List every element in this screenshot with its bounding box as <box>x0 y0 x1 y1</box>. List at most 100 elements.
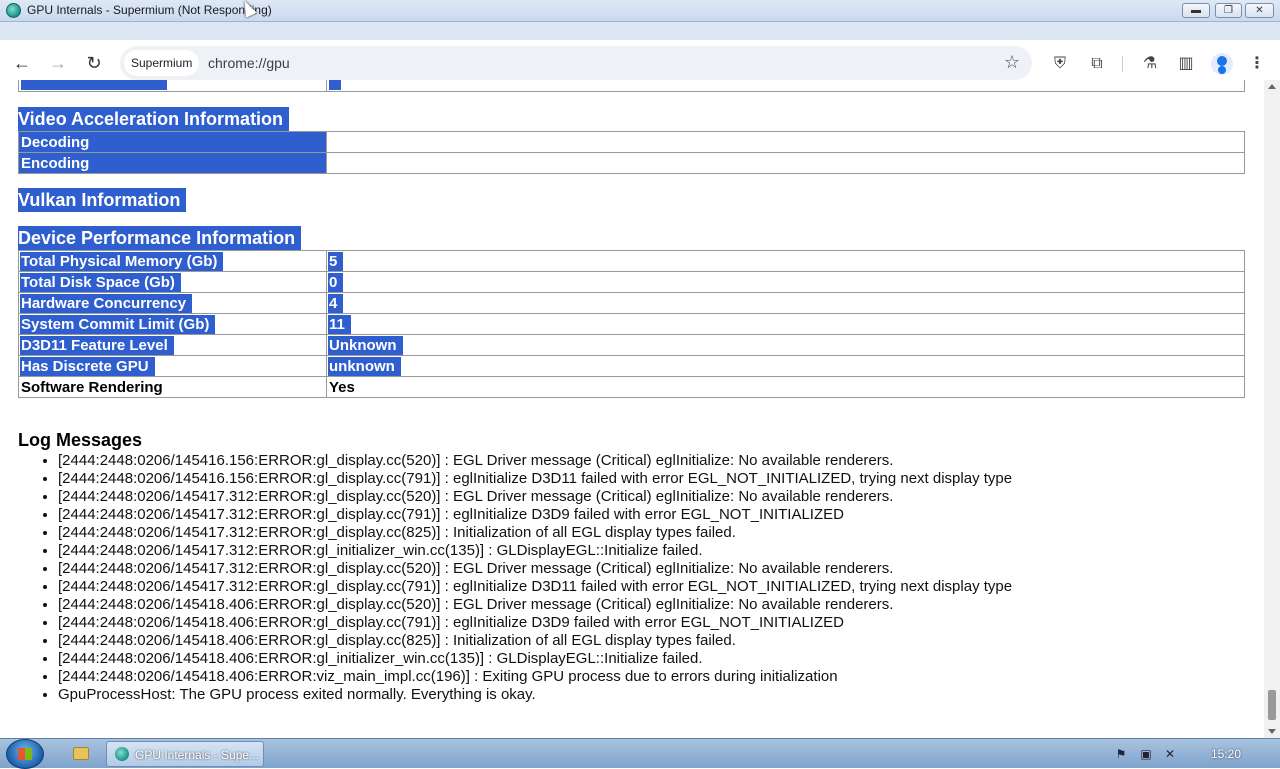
row-label: Has Discrete GPU <box>20 356 155 376</box>
volume-muted-icon[interactable]: ✕ <box>1163 747 1177 761</box>
table-row: Encoding <box>18 152 1245 174</box>
supermium-taskbar-icon <box>115 747 129 761</box>
log-messages-list: [2444:2448:0206/145416.156:ERROR:gl_disp… <box>38 452 1012 704</box>
selected-cell-fragment <box>329 80 341 90</box>
extensions-icon[interactable]: ⧉ <box>1087 54 1107 74</box>
list-item: [2444:2448:0206/145417.312:ERROR:gl_disp… <box>58 560 1012 578</box>
table-cell-label: D3D11 Feature Level <box>18 334 327 356</box>
table-cell-label: Decoding <box>18 131 327 153</box>
table-cell-value <box>326 152 1245 174</box>
table-row: Software Rendering Yes <box>18 376 1245 398</box>
table-cell-value: 11 <box>326 313 1245 335</box>
browser-toolbar: ← → ↻ Supermium chrome://gpu ☆ ⛨ ⧉ ⚗ ▥ ⋮ <box>0 22 1280 80</box>
labs-flask-icon[interactable]: ⚗ <box>1140 54 1160 74</box>
list-item: [2444:2448:0206/145418.406:ERROR:gl_disp… <box>58 632 1012 650</box>
forward-button[interactable]: → <box>47 52 69 74</box>
log-messages-heading: Log Messages <box>18 430 143 450</box>
start-button[interactable] <box>6 739 44 769</box>
table-cell-label: Total Disk Space (Gb) <box>18 271 327 293</box>
network-icon[interactable]: ▣ <box>1139 747 1153 761</box>
device-performance-table: Total Physical Memory (Gb) 5 Total Disk … <box>18 250 1245 398</box>
maximize-button[interactable]: ❐ <box>1215 3 1242 18</box>
row-value: unknown <box>328 356 401 376</box>
bookmark-star-icon[interactable]: ☆ <box>1004 52 1020 73</box>
video-acceleration-heading: Video Acceleration Information <box>18 107 290 131</box>
table-row: Total Disk Space (Gb) 0 <box>18 271 1245 293</box>
list-item: [2444:2448:0206/145418.406:ERROR:gl_disp… <box>58 596 1012 614</box>
toolbar-divider <box>1122 56 1123 72</box>
device-performance-heading: Device Performance Information <box>18 226 302 250</box>
action-center-flag-icon[interactable]: ⚑ <box>1114 747 1128 761</box>
row-value: Unknown <box>328 335 403 355</box>
list-item: [2444:2448:0206/145416.156:ERROR:gl_disp… <box>58 452 1012 470</box>
row-value: Yes <box>329 378 355 396</box>
scrollbar-thumb[interactable] <box>1268 690 1276 720</box>
video-acceleration-table: Decoding Encoding <box>18 131 1245 174</box>
minimize-button[interactable]: ▬ <box>1182 3 1210 18</box>
list-item: [2444:2448:0206/145416.156:ERROR:gl_disp… <box>58 470 1012 488</box>
list-item: [2444:2448:0206/145418.406:ERROR:gl_disp… <box>58 614 1012 632</box>
table-cell-label: Software Rendering <box>18 376 327 398</box>
window-title: GPU Internals - Supermium (Not Respondin… <box>27 3 272 17</box>
folder-icon <box>73 747 89 760</box>
decoding-label: Decoding <box>21 133 90 151</box>
table-cell-label: System Commit Limit (Gb) <box>18 313 327 335</box>
table-cell-value: 0 <box>326 271 1245 293</box>
windows-taskbar: GPU Internals - Supe... ⚑ ▣ ✕ 15:20 <box>0 738 1280 769</box>
table-row: Total Physical Memory (Gb) 5 <box>18 250 1245 272</box>
list-item: [2444:2448:0206/145418.406:ERROR:gl_init… <box>58 650 1012 668</box>
menu-kebab-icon[interactable]: ⋮ <box>1247 54 1267 74</box>
row-label: Total Disk Space (Gb) <box>20 272 181 292</box>
table-row: Has Discrete GPU unknown <box>18 355 1245 377</box>
taskbar-item-gpu-internals[interactable]: GPU Internals - Supe... <box>106 741 264 767</box>
table-cell-label: Encoding <box>18 152 327 174</box>
site-info-chip[interactable]: Supermium <box>124 50 200 76</box>
scroll-down-arrow-icon[interactable] <box>1268 729 1276 734</box>
page-content: Video Acceleration Information Decoding … <box>0 80 1264 738</box>
table-cell-label: Has Discrete GPU <box>18 355 327 377</box>
reload-button[interactable]: ↻ <box>83 52 105 74</box>
table-row-partial <box>18 80 1245 92</box>
list-item: [2444:2448:0206/145418.406:ERROR:viz_mai… <box>58 668 1012 686</box>
shield-icon[interactable]: ⛨ <box>1050 54 1070 74</box>
close-button[interactable]: ✕ <box>1245 3 1274 18</box>
table-row: D3D11 Feature Level Unknown <box>18 334 1245 356</box>
table-cell-value: 5 <box>326 250 1245 272</box>
address-bar[interactable]: Supermium chrome://gpu ☆ <box>120 46 1032 80</box>
table-row: System Commit Limit (Gb) 11 <box>18 313 1245 335</box>
table-cell-label: Hardware Concurrency <box>18 292 327 314</box>
table-cell-value <box>326 131 1245 153</box>
row-label: Software Rendering <box>21 378 163 396</box>
side-panel-icon[interactable]: ▥ <box>1176 54 1196 74</box>
vulkan-heading: Vulkan Information <box>18 188 187 212</box>
profile-avatar-icon[interactable] <box>1211 53 1233 75</box>
encoding-label: Encoding <box>21 154 90 172</box>
table-cell-label: Total Physical Memory (Gb) <box>18 250 327 272</box>
vertical-scrollbar[interactable] <box>1264 80 1280 738</box>
tab-strip <box>0 22 1280 40</box>
row-value: 4 <box>328 293 344 313</box>
row-label: System Commit Limit (Gb) <box>20 314 216 334</box>
list-item: [2444:2448:0206/145417.312:ERROR:gl_disp… <box>58 506 1012 524</box>
list-item: [2444:2448:0206/145417.312:ERROR:gl_init… <box>58 542 1012 560</box>
row-value: 5 <box>328 251 344 271</box>
row-label: Total Physical Memory (Gb) <box>20 251 224 271</box>
supermium-app-icon <box>6 3 21 18</box>
row-label: D3D11 Feature Level <box>20 335 174 355</box>
list-item: [2444:2448:0206/145417.312:ERROR:gl_disp… <box>58 524 1012 542</box>
system-clock[interactable]: 15:20 <box>1211 747 1241 761</box>
table-row: Decoding <box>18 131 1245 153</box>
table-cell-value: unknown <box>326 355 1245 377</box>
table-cell-value: Unknown <box>326 334 1245 356</box>
url-text[interactable]: chrome://gpu <box>208 55 290 71</box>
list-item: [2444:2448:0206/145417.312:ERROR:gl_disp… <box>58 488 1012 506</box>
file-explorer-button[interactable] <box>62 741 100 767</box>
row-value: 11 <box>328 314 351 334</box>
taskbar-item-label: GPU Internals - Supe... <box>135 748 260 762</box>
row-value: 0 <box>328 272 344 292</box>
table-row: Hardware Concurrency 4 <box>18 292 1245 314</box>
back-button[interactable]: ← <box>11 52 33 74</box>
scroll-up-arrow-icon[interactable] <box>1268 84 1276 89</box>
table-cell-value: Yes <box>326 376 1245 398</box>
list-item: [2444:2448:0206/145417.312:ERROR:gl_disp… <box>58 578 1012 596</box>
